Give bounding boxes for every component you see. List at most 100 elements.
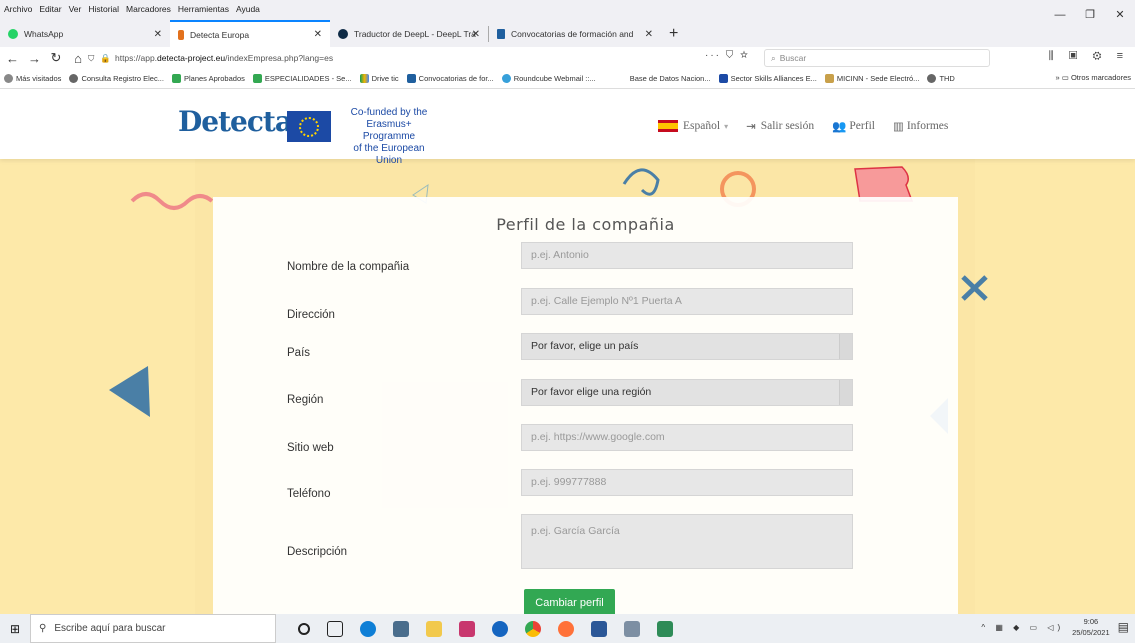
- paint-icon[interactable]: [459, 620, 475, 637]
- eu-line: of the European Union: [353, 143, 425, 166]
- edge-icon[interactable]: [360, 620, 376, 637]
- reports-link[interactable]: ▥ Informes: [893, 119, 948, 133]
- bookmark[interactable]: Más visitados: [4, 74, 61, 83]
- file-explorer-icon[interactable]: [426, 620, 442, 637]
- address-input[interactable]: p.ej. Calle Ejemplo Nº1 Puerta A: [521, 288, 853, 315]
- tab-convocatorias[interactable]: Convocatorias de formación and ✕: [489, 21, 661, 47]
- bookmark[interactable]: Planes Aprobados: [171, 74, 245, 83]
- arc-shape: [622, 168, 660, 196]
- close-icon[interactable]: ✕: [472, 29, 480, 40]
- close-icon[interactable]: ✕: [154, 29, 162, 40]
- tab-deepl[interactable]: Traductor de DeepL - DeepL Tra ✕: [330, 21, 488, 47]
- eu-stars: [299, 116, 319, 137]
- bookmark[interactable]: MICINN - Sede Electró...: [824, 74, 919, 83]
- shield-icon: ⛉: [88, 52, 95, 63]
- app-icon[interactable]: [624, 620, 640, 637]
- company-profile-card: Perfil de la compañia Nombre de la compa…: [213, 197, 958, 614]
- logout-link[interactable]: ⇥ Salir sesión: [746, 119, 814, 133]
- home-icon[interactable]: ⌂: [72, 51, 84, 66]
- tray-icons[interactable]: ^ ▦ ◆ ▭ ◁): [981, 623, 1064, 632]
- bookmark-label: Más visitados: [16, 74, 62, 83]
- reports-label: Informes: [906, 120, 949, 132]
- search-placeholder: Buscar: [779, 53, 807, 63]
- toolbar-icons[interactable]: ⫼ ▣ ⚙ ≡: [1049, 50, 1129, 63]
- close-icon[interactable]: ✕: [314, 29, 322, 40]
- tab-label: Convocatorias de formación and: [511, 29, 634, 39]
- eu-funding-text: Co-funded by the Erasmus+ Programme of t…: [339, 107, 439, 167]
- website-input[interactable]: p.ej. https://www.google.com: [521, 424, 853, 451]
- eu-flag-icon: [287, 111, 331, 142]
- phone-input[interactable]: p.ej. 999777888: [521, 469, 853, 496]
- close-icon[interactable]: ✕: [645, 29, 653, 40]
- whatsapp-icon: [8, 29, 18, 39]
- forward-icon[interactable]: →: [28, 51, 41, 66]
- menu-herramientas[interactable]: Herramientas: [178, 4, 229, 14]
- url-bar[interactable]: ⛉ 🔒 https://app. detecta-project.eu/index…: [88, 49, 750, 67]
- taskbar-search-input[interactable]: ⚲ Escribe aquí para buscar: [30, 614, 276, 643]
- change-profile-button[interactable]: Cambiar perfil: [524, 589, 615, 614]
- menu-archivo[interactable]: Archivo: [4, 4, 32, 14]
- minimize-button[interactable]: —: [1045, 0, 1075, 30]
- bookmark-label: Convocatorias de for...: [418, 74, 494, 83]
- company-name-input[interactable]: p.ej. Antonio: [521, 242, 853, 269]
- bookmark[interactable]: Drive tic: [359, 74, 399, 83]
- menu-editar[interactable]: Editar: [39, 4, 61, 14]
- task-view-icon[interactable]: [327, 620, 343, 637]
- language-selector[interactable]: Español ▾: [658, 120, 728, 132]
- bookmark[interactable]: Sector Skills Alliances E...: [718, 74, 817, 83]
- profile-link[interactable]: 👥 Perfil: [832, 119, 875, 133]
- region-select[interactable]: Por favor elige una región: [521, 379, 853, 406]
- notifications-icon[interactable]: ▤: [1118, 620, 1129, 634]
- url-domain: detecta-project.eu: [157, 53, 226, 63]
- menu-ver[interactable]: Ver: [69, 4, 82, 14]
- spain-flag-icon: [658, 120, 678, 132]
- windows-start-icon[interactable]: ⊞: [0, 622, 30, 636]
- app-icon[interactable]: [492, 620, 508, 637]
- reload-icon[interactable]: ↻: [50, 50, 62, 66]
- window-controls: — ❐ ✕: [1045, 0, 1135, 30]
- new-tab-button[interactable]: +: [661, 25, 686, 47]
- firefox-icon[interactable]: [558, 620, 574, 637]
- field-label: País: [287, 347, 311, 359]
- country-select[interactable]: Por favor, elige un país: [521, 333, 853, 360]
- cortana-icon[interactable]: [298, 622, 310, 635]
- field-label: Descripción: [287, 546, 348, 558]
- chrome-icon[interactable]: [525, 620, 541, 637]
- tab-whatsapp[interactable]: WhatsApp ✕: [0, 21, 170, 47]
- roundcube-icon: [501, 74, 511, 83]
- search-input[interactable]: ⌕ Buscar: [764, 49, 990, 67]
- ic-icon: [406, 74, 416, 83]
- field-label: Sitio web: [287, 442, 334, 454]
- ministry-icon: [824, 74, 834, 83]
- select-value: Por favor elige una región: [531, 386, 652, 398]
- bookmark-label: Base de Datos Nacion...: [629, 74, 711, 83]
- maximize-button[interactable]: ❐: [1075, 0, 1105, 30]
- menu-ayuda[interactable]: Ayuda: [236, 4, 260, 14]
- site-nav: Español ▾ ⇥ Salir sesión 👥 Perfil ▥ Informes: [658, 119, 966, 133]
- word-icon[interactable]: [591, 620, 607, 637]
- menu-marcadores[interactable]: Marcadores: [126, 4, 171, 14]
- bookmark[interactable]: Consulta Registro Elec...: [69, 74, 164, 83]
- logout-label: Salir sesión: [760, 120, 815, 132]
- detecta-logo[interactable]: Detecta: [178, 105, 293, 138]
- bookmark-label: Planes Aprobados: [183, 74, 245, 83]
- calculator-icon[interactable]: [393, 620, 409, 637]
- other-bookmarks[interactable]: » ▭ Otros marcadores: [1056, 73, 1131, 82]
- close-window-button[interactable]: ✕: [1105, 0, 1135, 30]
- lock-icon: 🔒: [100, 52, 111, 63]
- menu-historial[interactable]: Historial: [88, 4, 119, 14]
- gear-icon: [4, 74, 13, 83]
- back-icon[interactable]: ←: [6, 51, 19, 66]
- triangle-shape: [109, 366, 150, 417]
- bookmark[interactable]: Roundcube Webmail ::...: [501, 74, 596, 83]
- bookmark[interactable]: ESPECIALIDADES - Se...: [252, 74, 352, 83]
- tab-detecta[interactable]: Detecta Europa ✕: [170, 20, 330, 47]
- app-icon[interactable]: [657, 620, 673, 637]
- clock[interactable]: 9:06 25/05/2021: [1072, 616, 1110, 638]
- bookmark[interactable]: Base de Datos Nacion...: [630, 74, 711, 83]
- bookmark[interactable]: THD: [927, 74, 955, 83]
- puzzle-shape: [854, 166, 914, 202]
- bookmark[interactable]: Convocatorias de for...: [406, 74, 494, 83]
- description-textarea[interactable]: p.ej. García García: [521, 514, 853, 569]
- page-actions[interactable]: ··· ⛉ ☆: [705, 50, 750, 61]
